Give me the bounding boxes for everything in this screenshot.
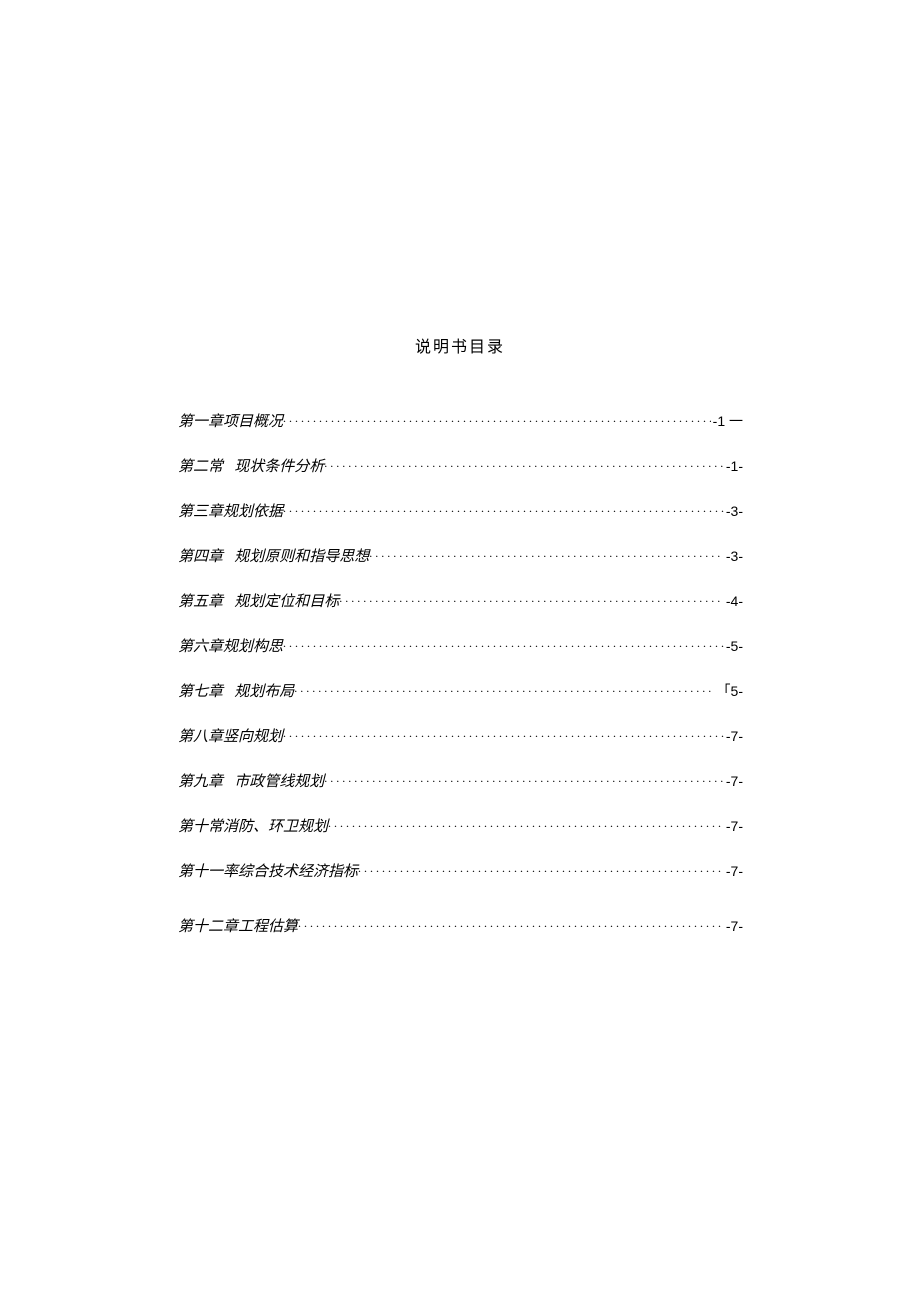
toc-page: -7- (724, 818, 743, 834)
toc-page: -5- (724, 638, 743, 654)
toc-name: 规划布局 (234, 680, 294, 701)
toc-name: 规划原则和指导思想 (234, 545, 369, 566)
toc-entry: 第二常 现状条件分析 -1- (178, 455, 743, 476)
toc-name: 规划构思 (223, 635, 283, 656)
toc-leader-dots (339, 591, 724, 606)
toc-page: -4- (724, 593, 743, 609)
toc-leader-dots (283, 636, 724, 651)
toc-name: 规划依据 (223, 500, 283, 521)
toc-chapter: 第二常 (178, 455, 223, 476)
toc-name: 工程估算 (238, 915, 298, 936)
toc-gap (223, 774, 234, 791)
toc-page: -1- (724, 458, 743, 474)
toc-page: -1 一 (711, 411, 743, 431)
toc-chapter: 第九章 (178, 770, 223, 791)
toc-entry: 第十一率综合技术经济指标 -7- (178, 860, 743, 881)
toc-page: -7- (724, 918, 743, 934)
toc-entry: 第四章 规划原则和指导思想 -3- (178, 545, 743, 566)
toc-chapter: 第六章 (178, 635, 223, 656)
toc-gap (223, 594, 234, 611)
toc-leader-dots (358, 861, 724, 876)
toc-chapter: 第三章 (178, 500, 223, 521)
toc-gap (223, 684, 234, 701)
toc-entry: 第五章 规划定位和目标 -4- (178, 590, 743, 611)
toc-page: -7- (724, 728, 743, 744)
toc-page: -3- (724, 548, 743, 564)
toc-gap (223, 549, 234, 566)
toc-name: 现状条件分析 (234, 455, 324, 476)
toc-leader-dots (324, 771, 724, 786)
toc-chapter: 第十二章 (178, 915, 238, 936)
toc-leader-dots (324, 456, 724, 471)
toc-leader-dots (328, 816, 724, 831)
toc-page: -7- (724, 773, 743, 789)
toc-entry: 第七章 规划布局 「5- (178, 680, 743, 701)
toc-leader-dots (369, 546, 724, 561)
toc-chapter: 第四章 (178, 545, 223, 566)
toc-page: -7- (724, 863, 743, 879)
toc-leader-dots (283, 501, 724, 516)
toc-leader-dots (294, 681, 714, 696)
toc-entry: 第九章 市政管线规划 -7- (178, 770, 743, 791)
toc-name: 竖向规划 (223, 725, 283, 746)
toc-entry: 第十常消防、环卫规划 -7- (178, 815, 743, 836)
toc-name: 综合技术经济指标 (238, 860, 358, 881)
toc-leader-dots (283, 726, 724, 741)
toc-entry: 第十二章工程估算 -7- (178, 915, 743, 936)
toc-chapter: 第八章 (178, 725, 223, 746)
toc-chapter: 第七章 (178, 680, 223, 701)
toc-name: 规划定位和目标 (234, 590, 339, 611)
toc-chapter: 第一章 (178, 410, 223, 431)
toc-name: 市政管线规划 (234, 770, 324, 791)
toc-entry: 第八章竖向规划 -7- (178, 725, 743, 746)
toc-page: 「5- (715, 681, 743, 701)
toc-chapter: 第十常 (178, 815, 223, 836)
toc-name: 消防、环卫规划 (223, 815, 328, 836)
toc-leader-dots (298, 916, 724, 931)
toc-leader-dots (283, 411, 711, 426)
toc-entry: 第一章项目概况 -1 一 (178, 410, 743, 431)
page-title: 说明书目录 (0, 333, 920, 357)
toc-chapter: 第五章 (178, 590, 223, 611)
toc-gap (223, 459, 234, 476)
toc-entry: 第六章规划构思 -5- (178, 635, 743, 656)
table-of-contents: 第一章项目概况-1 一第二常 现状条件分析-1-第三章规划依据-3-第四章 规划… (178, 410, 743, 960)
toc-page: -3- (724, 503, 743, 519)
toc-chapter: 第十一率 (178, 860, 238, 881)
toc-entry: 第三章规划依据 -3- (178, 500, 743, 521)
toc-name: 项目概况 (223, 410, 283, 431)
